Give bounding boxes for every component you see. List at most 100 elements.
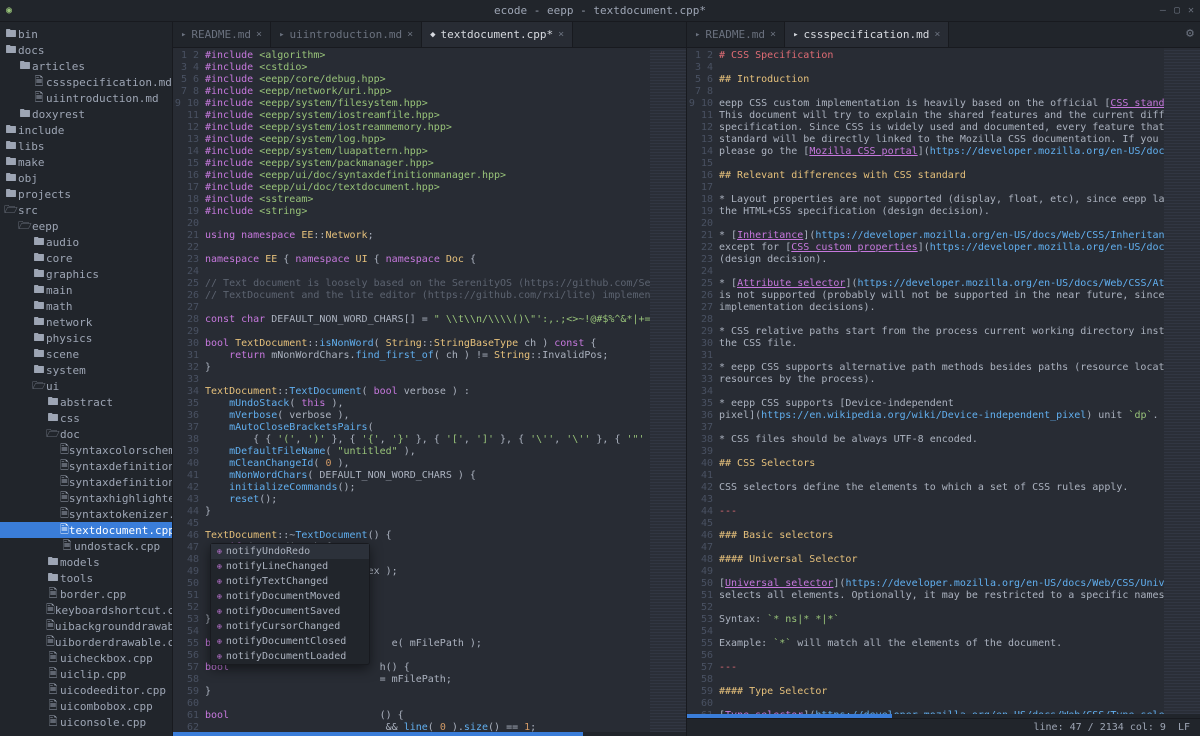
tree-item[interactable]: 🗎keyboardshortcut.cpp [0, 602, 172, 618]
autocomplete-label: notifyDocumentSaved [226, 606, 340, 617]
settings-icon[interactable]: ⚙ [1186, 26, 1194, 41]
tree-item[interactable]: 🖿include [0, 122, 172, 138]
autocomplete-item[interactable]: ⊕ notifyDocumentLoaded [211, 649, 369, 664]
tab-label: README.md [191, 28, 251, 41]
tree-item[interactable]: 🖿core [0, 250, 172, 266]
tab-close-icon[interactable]: × [256, 29, 262, 40]
tree-item[interactable]: 🗎syntaxdefinition.cp [0, 458, 172, 474]
tree-item[interactable]: 🗁ui [0, 378, 172, 394]
autocomplete-item[interactable]: ⊕notifyTextChanged [211, 574, 369, 589]
tree-item[interactable]: 🖿audio [0, 234, 172, 250]
tab[interactable]: ◆textdocument.cpp*× [422, 22, 573, 47]
tree-item-label: models [60, 556, 100, 569]
tree-item[interactable]: 🗎uicodeeditor.cpp [0, 682, 172, 698]
tree-item[interactable]: 🗎uiconsole.cpp [0, 714, 172, 730]
file-icon: ▸ [181, 30, 186, 40]
tree-item[interactable]: 🖿make [0, 154, 172, 170]
tree-item[interactable]: 🗎uibackgrounddrawab [0, 618, 172, 634]
tab[interactable]: ▸ README.md × [173, 22, 271, 47]
autocomplete-popup[interactable]: ⊕notifyUndoRedo⊕notifyLineChanged⊕notify… [210, 543, 370, 665]
tree-item[interactable]: 🗎textdocument.cpp [0, 522, 172, 538]
autocomplete-item[interactable]: ⊕notifyDocumentMoved [211, 589, 369, 604]
tree-item[interactable]: 🖿bin [0, 26, 172, 42]
tree-item[interactable]: 🖿obj [0, 170, 172, 186]
minimize-icon[interactable]: — [1160, 5, 1166, 16]
file-icon: 🗎 [46, 586, 60, 602]
tree-item[interactable]: 🖿articles [0, 58, 172, 74]
tree-item[interactable]: 🖿doxyrest [0, 106, 172, 122]
file-icon: 🗎 [60, 538, 74, 554]
folder-open-icon: 🗁 [18, 218, 32, 234]
tab[interactable]: ▸cssspecification.md× [785, 22, 949, 47]
method-icon: ⊕ [217, 562, 222, 571]
tree-item-label: uiborderdrawable.cp [55, 636, 172, 649]
folder-icon: 🖿 [4, 170, 18, 186]
minimap-left[interactable] [650, 48, 686, 732]
file-icon: 🗎 [60, 442, 69, 458]
tree-item[interactable]: 🖿libs [0, 138, 172, 154]
tab-close-icon[interactable]: × [407, 29, 413, 40]
tree-item[interactable]: 🖿graphics [0, 266, 172, 282]
tree-item[interactable]: 🗎syntaxdefinitionma [0, 474, 172, 490]
tree-item[interactable]: 🗎uiintroduction.md [0, 90, 172, 106]
editor-pane-right: ▸README.md×▸cssspecification.md× ⚙ 1 2 3 … [686, 22, 1200, 736]
tree-item[interactable]: 🖿docs [0, 42, 172, 58]
tree-item[interactable]: 🗎syntaxcolorscheme [0, 442, 172, 458]
folder-open-icon: 🗁 [32, 378, 46, 394]
method-icon: ⊕ [217, 652, 222, 661]
tree-item[interactable]: 🗁src [0, 202, 172, 218]
tree-item[interactable]: 🖿tools [0, 570, 172, 586]
titlebar: ◉ ecode - eepp - textdocument.cpp* — ▢ ✕ [0, 0, 1200, 22]
tree-item[interactable]: 🗎undostack.cpp [0, 538, 172, 554]
autocomplete-item[interactable]: ⊕notifyUndoRedo [211, 544, 369, 559]
tree-item[interactable]: 🗎uicheckbox.cpp [0, 650, 172, 666]
tree-item[interactable]: 🖿network [0, 314, 172, 330]
tree-item[interactable]: 🖿main [0, 282, 172, 298]
maximize-icon[interactable]: ▢ [1174, 5, 1180, 16]
tree-item[interactable]: 🖿projects [0, 186, 172, 202]
tree-item[interactable]: 🗎uiborderdrawable.cp [0, 634, 172, 650]
autocomplete-label: notifyDocumentLoaded [226, 651, 346, 662]
tree-item-label: main [46, 284, 73, 297]
tree-item-label: doxyrest [32, 108, 85, 121]
tree-item[interactable]: 🗁doc [0, 426, 172, 442]
editor-body-right[interactable]: 1 2 3 4 5 6 7 8 9 10 11 12 13 14 15 16 1… [687, 48, 1200, 714]
code-right[interactable]: # CSS Specification ## Introduction eepp… [719, 48, 1164, 714]
tab[interactable]: ▸uiintroduction.md× [271, 22, 422, 47]
tree-item[interactable]: 🖿scene [0, 346, 172, 362]
tree-item[interactable]: 🗎border.cpp [0, 586, 172, 602]
tab-close-icon[interactable]: × [934, 29, 940, 40]
hscroll-left[interactable] [173, 732, 686, 736]
autocomplete-label: notifyLineChanged [226, 561, 328, 572]
tree-item[interactable]: 🗎cssspecification.md [0, 74, 172, 90]
tree-item-label: uicheckbox.cpp [60, 652, 153, 665]
tab[interactable]: ▸README.md× [687, 22, 785, 47]
tab-close-icon[interactable]: × [770, 29, 776, 40]
cursor-position: line: 47 / 2134 col: 9 [1034, 722, 1166, 733]
autocomplete-item[interactable]: ⊕notifyDocumentSaved [211, 604, 369, 619]
tree-item[interactable]: 🗎syntaxhighlighter.c [0, 490, 172, 506]
tree-item[interactable]: 🖿system [0, 362, 172, 378]
tree-item[interactable]: 🗁eepp [0, 218, 172, 234]
tree-item[interactable]: 🖿physics [0, 330, 172, 346]
file-tree[interactable]: 🖿bin🖿docs🖿articles🗎cssspecification.md🗎u… [0, 22, 172, 736]
tree-item[interactable]: 🖿abstract [0, 394, 172, 410]
tree-item-label: uicombobox.cpp [60, 700, 153, 713]
autocomplete-item[interactable]: ⊕notifyCursorChanged [211, 619, 369, 634]
close-icon[interactable]: ✕ [1188, 5, 1194, 16]
tree-item[interactable]: 🗎syntaxtokenizer.cp [0, 506, 172, 522]
folder-icon: 🖿 [4, 154, 18, 170]
tab-close-icon[interactable]: × [558, 29, 564, 40]
tree-item[interactable]: 🖿math [0, 298, 172, 314]
tree-item[interactable]: 🖿css [0, 410, 172, 426]
autocomplete-item[interactable]: ⊕ notifyLineChanged [211, 559, 369, 574]
tree-item-label: src [18, 204, 38, 217]
minimap-right[interactable] [1164, 48, 1200, 714]
tree-item[interactable]: 🖿models [0, 554, 172, 570]
tree-item-label: math [46, 300, 73, 313]
file-icon: 🗎 [46, 714, 60, 730]
tree-item[interactable]: 🗎uicombobox.cpp [0, 698, 172, 714]
autocomplete-label: notifyDocumentClosed [226, 636, 346, 647]
tree-item[interactable]: 🗎uiclip.cpp [0, 666, 172, 682]
autocomplete-item[interactable]: ⊕notifyDocumentClosed [211, 634, 369, 649]
